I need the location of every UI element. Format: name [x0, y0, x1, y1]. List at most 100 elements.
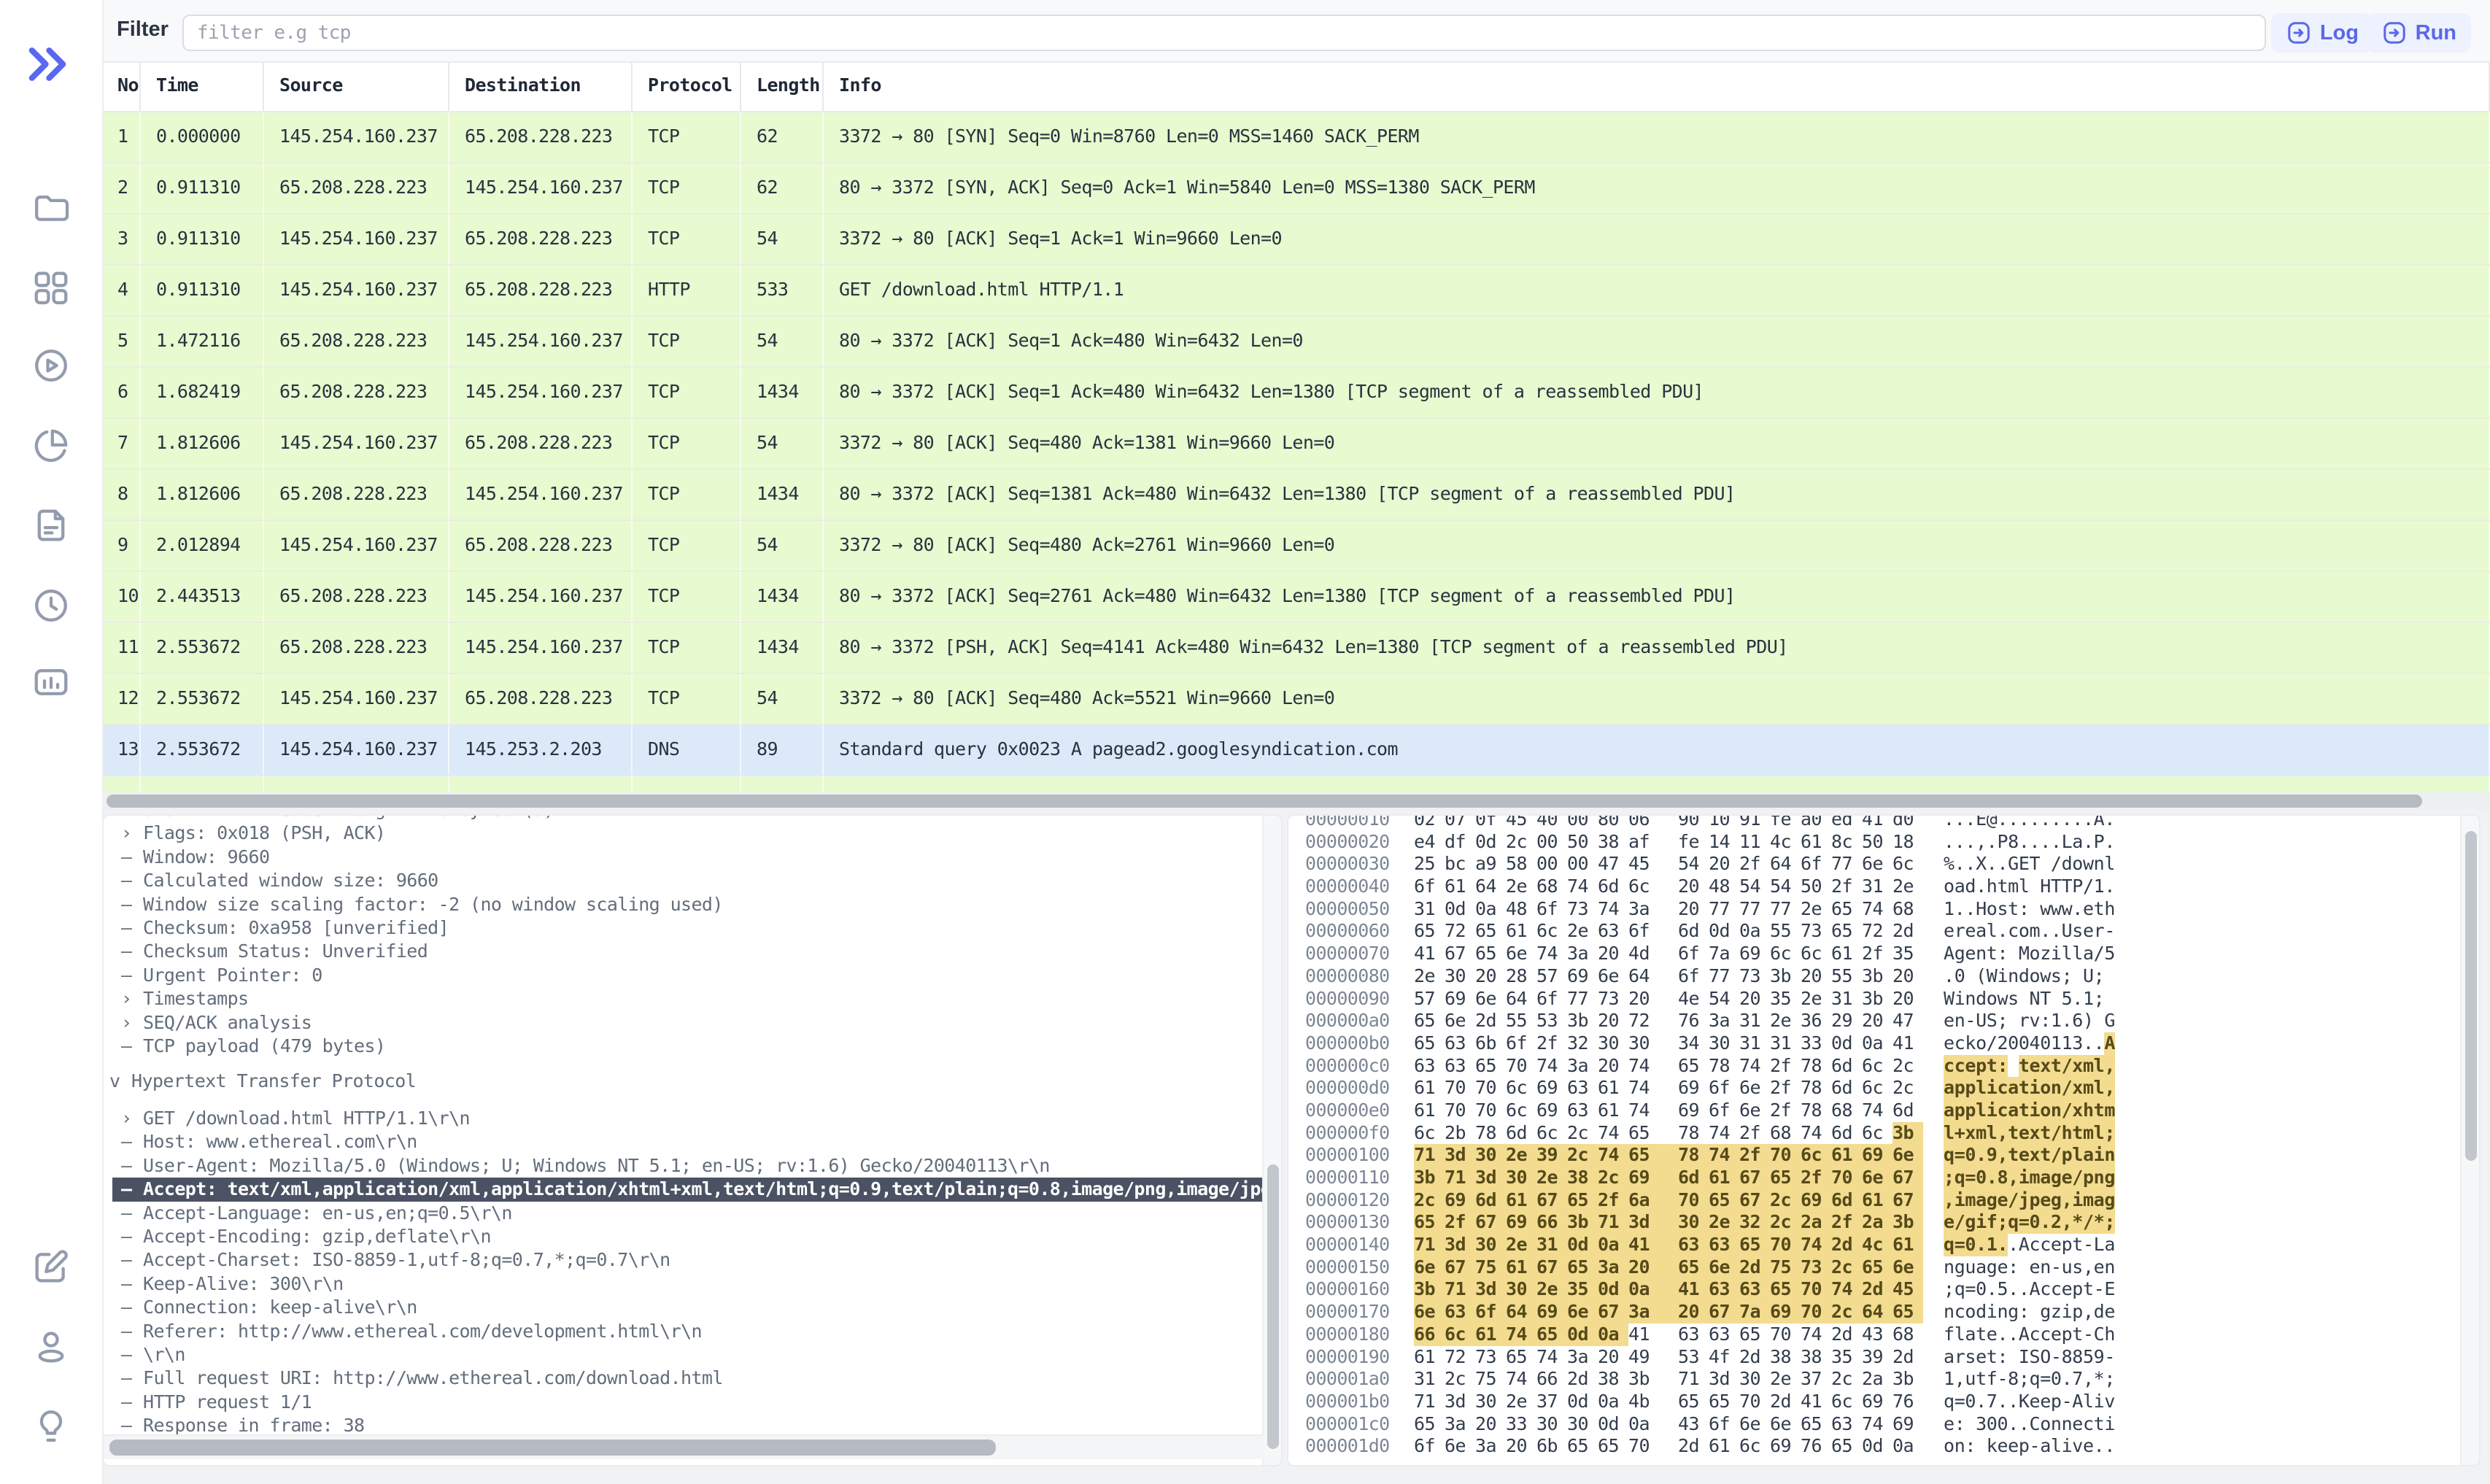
hex-byte[interactable]: 02: [1414, 814, 1445, 831]
user-icon[interactable]: [31, 1327, 71, 1367]
hex-byte[interactable]: 67: [1739, 1167, 1770, 1189]
hex-byte[interactable]: 20: [1628, 988, 1659, 1010]
pie-chart-icon[interactable]: [31, 426, 71, 465]
hex-byte[interactable]: 2f: [1862, 943, 1892, 965]
hex-byte[interactable]: 69: [1506, 1211, 1536, 1234]
detail-line[interactable]: –TCP payload (479 bytes): [104, 1035, 1262, 1058]
hex-byte[interactable]: 30: [1475, 1144, 1506, 1167]
hex-byte[interactable]: 6b: [1475, 1032, 1506, 1055]
hex-byte[interactable]: 3d: [1445, 1234, 1475, 1256]
hex-byte[interactable]: 20: [1475, 965, 1506, 988]
hex-byte[interactable]: 2d: [1862, 1278, 1892, 1301]
hex-byte[interactable]: 41: [1659, 1278, 1709, 1301]
hex-byte[interactable]: 71: [1445, 1278, 1475, 1301]
hex-byte[interactable]: 61: [1831, 943, 1862, 965]
hex-byte[interactable]: 65: [1475, 1055, 1506, 1078]
hex-byte[interactable]: 6c: [1801, 943, 1831, 965]
hex-byte[interactable]: 63: [1709, 1278, 1739, 1301]
hex-byte[interactable]: 65: [1475, 920, 1506, 943]
hex-byte[interactable]: 54: [1709, 988, 1739, 1010]
hex-byte[interactable]: 47: [1892, 1010, 1923, 1032]
hex-byte[interactable]: 65: [1862, 1256, 1892, 1279]
hex-byte[interactable]: 61: [1445, 876, 1475, 898]
hex-byte[interactable]: 0d: [1862, 1435, 1892, 1458]
detail-line[interactable]: –\r\n: [104, 1343, 1262, 1367]
hex-byte[interactable]: 74: [1831, 1278, 1862, 1301]
hex-byte[interactable]: 6f: [1536, 988, 1567, 1010]
hex-byte[interactable]: 74: [1536, 1346, 1567, 1369]
hex-byte[interactable]: 64: [1506, 1301, 1536, 1323]
hex-byte[interactable]: 6c: [1770, 943, 1801, 965]
hex-byte[interactable]: 65: [1659, 1256, 1709, 1279]
hex-byte[interactable]: 77: [1770, 898, 1801, 921]
hex-byte[interactable]: 6f: [1659, 965, 1709, 988]
hex-byte[interactable]: 61: [1414, 1100, 1445, 1122]
hex-byte[interactable]: 65: [1659, 1055, 1709, 1078]
hex-byte[interactable]: 50: [1801, 876, 1831, 898]
hex-byte[interactable]: 64: [1862, 1301, 1892, 1323]
hex-byte[interactable]: 3a: [1567, 1055, 1598, 1078]
hex-byte[interactable]: 31: [1414, 1368, 1445, 1391]
column-header-no[interactable]: No.: [102, 61, 141, 111]
hex-byte[interactable]: 65: [1709, 1189, 1739, 1212]
hex-byte[interactable]: 20: [1475, 1413, 1506, 1436]
hex-byte[interactable]: 6c: [1862, 1055, 1892, 1078]
packet-row-7[interactable]: 71.812606145.254.160.23765.208.228.223TC…: [102, 419, 2490, 470]
hex-byte[interactable]: 66: [1536, 1368, 1567, 1391]
scrollbar-thumb[interactable]: [1267, 1164, 1279, 1449]
hex-byte[interactable]: 2c: [1831, 1256, 1862, 1279]
hex-byte[interactable]: 6d: [1659, 1167, 1709, 1189]
hex-byte[interactable]: 48: [1506, 898, 1536, 921]
hex-byte[interactable]: 74: [1598, 1122, 1628, 1145]
hex-byte[interactable]: 45: [1892, 1278, 1923, 1301]
hex-byte[interactable]: 2f: [1770, 1077, 1801, 1100]
hex-byte[interactable]: 45: [1628, 853, 1659, 876]
hex-byte[interactable]: 6a: [1628, 1189, 1659, 1212]
detail-line[interactable]: –Connection: keep-alive\r\n: [104, 1296, 1262, 1319]
detail-line[interactable]: –Window: 9660: [104, 846, 1262, 869]
hex-byte[interactable]: 4e: [1659, 988, 1709, 1010]
hex-byte[interactable]: 2f: [1536, 1032, 1567, 1055]
hex-byte[interactable]: 6c: [1801, 1144, 1831, 1167]
hex-byte[interactable]: 0d: [1475, 831, 1506, 854]
hex-byte[interactable]: 20: [1659, 898, 1709, 921]
hex-byte[interactable]: 65: [1414, 1032, 1445, 1055]
hex-byte[interactable]: 70: [1659, 1189, 1709, 1212]
hex-byte[interactable]: 0a: [1598, 1391, 1628, 1413]
hex-byte[interactable]: 65: [1770, 1278, 1801, 1301]
hex-byte[interactable]: 6f: [1536, 898, 1567, 921]
hex-byte[interactable]: 29: [1831, 1010, 1862, 1032]
hex-byte[interactable]: d0: [1892, 814, 1923, 831]
hex-byte[interactable]: 3d: [1475, 1167, 1506, 1189]
packet-row-2[interactable]: 20.91131065.208.228.223145.254.160.237TC…: [102, 163, 2490, 215]
hex-byte[interactable]: 70: [1445, 1077, 1475, 1100]
packet-row-9[interactable]: 92.012894145.254.160.23765.208.228.223TC…: [102, 521, 2490, 572]
hex-byte[interactable]: 0d: [1831, 1032, 1862, 1055]
hex-byte[interactable]: 0a: [1628, 1278, 1659, 1301]
hex-byte[interactable]: 2f: [1770, 1100, 1801, 1122]
hex-byte[interactable]: 2e: [1567, 920, 1598, 943]
hex-byte[interactable]: 6e: [1892, 1256, 1923, 1279]
detail-line[interactable]: ›Timestamps: [104, 987, 1262, 1010]
hex-byte[interactable]: 2e: [1801, 988, 1831, 1010]
document-icon[interactable]: [31, 506, 71, 545]
edit-icon[interactable]: [31, 1247, 71, 1286]
hex-byte[interactable]: 6e: [1567, 1301, 1598, 1323]
hex-byte[interactable]: 61: [1475, 1323, 1506, 1346]
hex-byte[interactable]: 70: [1445, 1100, 1475, 1122]
hex-byte[interactable]: 6c: [1536, 1122, 1567, 1145]
hex-byte[interactable]: 2f: [1739, 853, 1770, 876]
hex-byte[interactable]: 35: [1831, 1346, 1862, 1369]
hex-byte[interactable]: 06: [1628, 814, 1659, 831]
hex-byte[interactable]: 30: [1506, 1278, 1536, 1301]
hex-byte[interactable]: 0d: [1445, 898, 1475, 921]
hex-byte[interactable]: 65: [1709, 1391, 1739, 1413]
hex-byte[interactable]: 71: [1598, 1211, 1628, 1234]
column-header-info[interactable]: Info: [824, 61, 2490, 111]
hex-byte[interactable]: 65: [1475, 943, 1506, 965]
hex-byte[interactable]: 0d: [1598, 1413, 1628, 1436]
hex-byte[interactable]: 0d: [1709, 920, 1739, 943]
hex-byte[interactable]: 74: [1506, 1323, 1536, 1346]
hex-byte[interactable]: 20: [1506, 1435, 1536, 1458]
hex-byte[interactable]: 63: [1445, 1301, 1475, 1323]
